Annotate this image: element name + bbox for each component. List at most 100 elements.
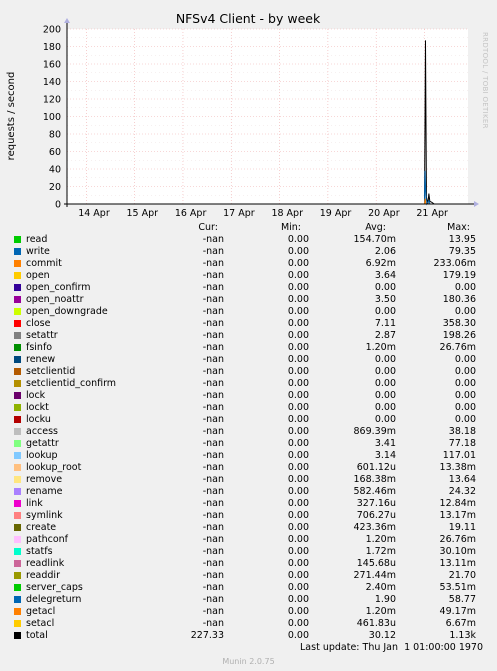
legend-row: read -nan 0.00 154.70m 13.95 xyxy=(0,234,497,246)
legend-min: 0.00 xyxy=(287,294,309,305)
x-tick-label: 19 Apr xyxy=(320,208,352,219)
legend-avg: 0.00 xyxy=(374,390,396,401)
legend-name: setclientid_confirm xyxy=(26,378,117,389)
legend-cur: -nan xyxy=(202,282,224,293)
legend-cur: -nan xyxy=(202,426,224,437)
legend-cur: -nan xyxy=(202,366,224,377)
legend-name: link xyxy=(26,498,43,509)
legend-swatch xyxy=(14,632,21,639)
legend-row: write -nan 0.00 2.06 79.35 xyxy=(0,246,497,258)
legend-avg: 154.70m xyxy=(353,234,397,245)
legend-swatch xyxy=(14,236,21,243)
legend-row: total 227.33 0.00 30.12 1.13k xyxy=(0,630,497,642)
legend-avg: 2.06 xyxy=(374,246,396,257)
legend-min: 0.00 xyxy=(287,318,309,329)
legend-min: 0.00 xyxy=(287,354,309,365)
legend-swatch xyxy=(14,476,21,483)
legend-min: 0.00 xyxy=(287,618,309,629)
legend-swatch xyxy=(14,320,21,327)
legend-max: 26.76m xyxy=(439,534,476,545)
legend-min: 0.00 xyxy=(287,510,309,521)
chart-title: NFSv4 Client - by week xyxy=(176,11,321,26)
legend-max: 179.19 xyxy=(442,270,476,281)
legend-max: 58.77 xyxy=(448,594,476,605)
legend-cur: -nan xyxy=(202,390,224,401)
legend-min: 0.00 xyxy=(287,378,309,389)
legend-name: getacl xyxy=(26,606,56,617)
legend-avg: 2.40m xyxy=(365,582,396,593)
legend-name: setclientid xyxy=(26,366,76,377)
legend-row: close -nan 0.00 7.11 358.30 xyxy=(0,318,497,330)
legend-min: 0.00 xyxy=(287,594,309,605)
legend-avg: 145.68u xyxy=(356,558,396,569)
legend-cur: -nan xyxy=(202,378,224,389)
legend-name: delegreturn xyxy=(26,594,82,605)
legend-row: lock -nan 0.00 0.00 0.00 xyxy=(0,390,497,402)
legend-row: setclientid -nan 0.00 0.00 0.00 xyxy=(0,366,497,378)
legend-min: 0.00 xyxy=(287,426,309,437)
legend-min: 0.00 xyxy=(287,438,309,449)
legend-row: locku -nan 0.00 0.00 0.00 xyxy=(0,414,497,426)
legend-swatch xyxy=(14,284,21,291)
legend-min: 0.00 xyxy=(287,522,309,533)
legend-swatch xyxy=(14,308,21,315)
x-tick-label: 20 Apr xyxy=(368,208,400,219)
legend-swatch xyxy=(14,488,21,495)
legend-cur: -nan xyxy=(202,258,224,269)
chart: 0 20 40 60 80 100 120 140 160 180 200 14 Apr 15 Apr 1… xyxy=(6,11,479,219)
x-tick-label: 18 Apr xyxy=(271,208,303,219)
legend-swatch xyxy=(14,440,21,447)
legend-cur: -nan xyxy=(202,618,224,629)
legend-row: getattr -nan 0.00 3.41 77.18 xyxy=(0,438,497,450)
legend-row: fsinfo -nan 0.00 1.20m 26.76m xyxy=(0,342,497,354)
legend-min: 0.00 xyxy=(287,630,309,641)
legend-swatch xyxy=(14,428,21,435)
legend-avg: 601.12u xyxy=(356,462,396,473)
legend-max: 6.67m xyxy=(445,618,476,629)
legend-cur: -nan xyxy=(202,486,224,497)
legend-min: 0.00 xyxy=(287,450,309,461)
legend-row: setacl -nan 0.00 461.83u 6.67m xyxy=(0,618,497,630)
legend-avg: 6.92m xyxy=(365,258,396,269)
legend-name: remove xyxy=(26,474,63,485)
legend-name: readlink xyxy=(26,558,65,569)
legend-row: symlink -nan 0.00 706.27u 13.17m xyxy=(0,510,497,522)
legend-cur: 227.33 xyxy=(190,630,224,641)
legend-row: commit -nan 0.00 6.92m 233.06m xyxy=(0,258,497,270)
legend-avg: 0.00 xyxy=(374,402,396,413)
legend-cur: -nan xyxy=(202,450,224,461)
legend-max: 24.32 xyxy=(448,486,476,497)
legend-max: 13.38m xyxy=(439,462,476,473)
legend-swatch xyxy=(14,380,21,387)
legend-cur: -nan xyxy=(202,294,224,305)
y-axis-arrow xyxy=(64,18,70,23)
legend-max: 1.13k xyxy=(449,630,476,641)
legend-row: statfs -nan 0.00 1.72m 30.10m xyxy=(0,546,497,558)
legend-max: 0.00 xyxy=(454,366,476,377)
legend-min: 0.00 xyxy=(287,246,309,257)
legend-row: lockt -nan 0.00 0.00 0.00 xyxy=(0,402,497,414)
legend-cur: -nan xyxy=(202,414,224,425)
legend-row: lookup_root -nan 0.00 601.12u 13.38m xyxy=(0,462,497,474)
legend-row: getacl -nan 0.00 1.20m 49.17m xyxy=(0,606,497,618)
legend-cur: -nan xyxy=(202,474,224,485)
legend-min: 0.00 xyxy=(287,462,309,473)
legend-row: open_noattr -nan 0.00 3.50 180.36 xyxy=(0,294,497,306)
legend-name: open xyxy=(26,270,50,281)
legend-avg: 0.00 xyxy=(374,414,396,425)
legend-min: 0.00 xyxy=(287,486,309,497)
legend-max: 13.64 xyxy=(448,474,476,485)
legend-max: 233.06m xyxy=(433,258,477,269)
legend-min: 0.00 xyxy=(287,498,309,509)
munin-version: Munin 2.0.75 xyxy=(222,657,275,666)
legend-name: setacl xyxy=(26,618,55,629)
x-axis-arrow xyxy=(474,201,479,207)
legend-avg: 271.44m xyxy=(353,570,397,581)
legend-cur: -nan xyxy=(202,270,224,281)
legend-avg: 869.39m xyxy=(353,426,397,437)
legend-avg: 706.27u xyxy=(356,510,396,521)
legend-max: 30.10m xyxy=(439,546,476,557)
y-tick-label: 80 xyxy=(49,130,61,141)
legend-header-max: Max: xyxy=(447,222,470,233)
x-tick-label: 14 Apr xyxy=(78,208,110,219)
